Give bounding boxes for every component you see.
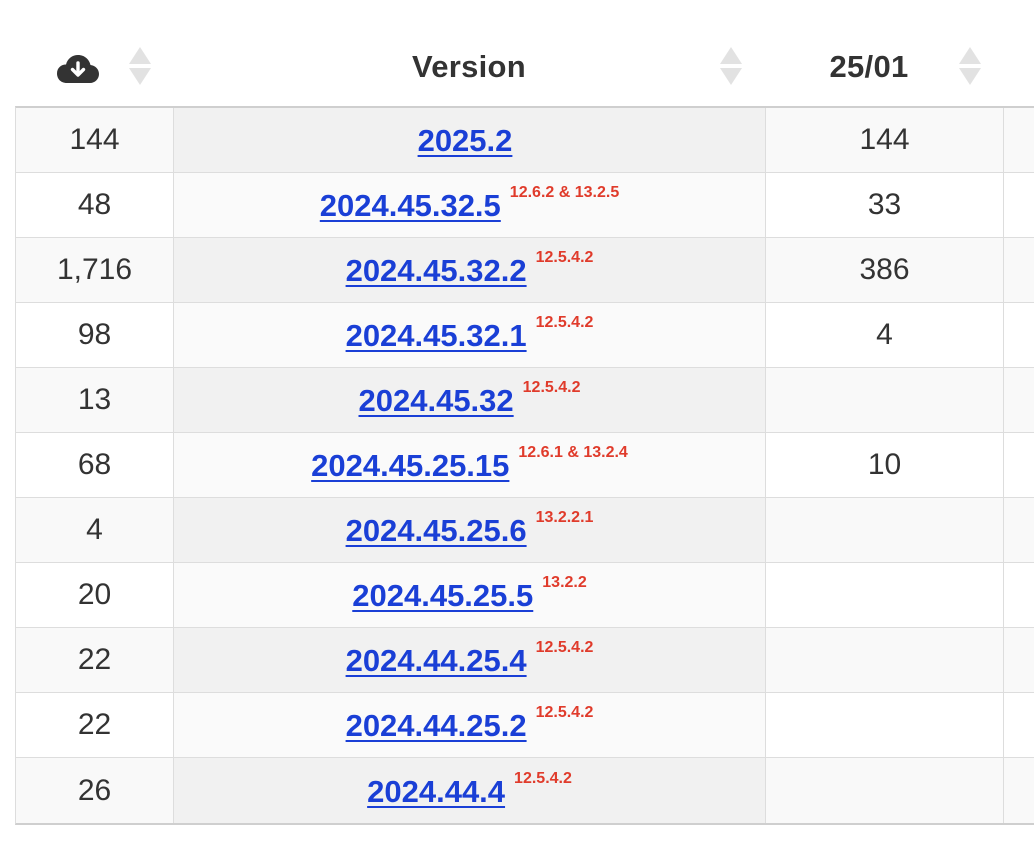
downloads-cell: 22 (16, 693, 174, 757)
version-note: 12.6.1 & 13.2.4 (518, 444, 628, 461)
version-note: 12.5.4.2 (535, 314, 594, 331)
next-column-cell (1004, 108, 1034, 172)
date-count-cell: 4 (766, 303, 1004, 367)
table-row: 98 2024.45.32.1 12.5.4.2 4 (16, 303, 1034, 368)
version-link[interactable]: 2024.45.32.2 (346, 253, 527, 289)
version-note: 12.5.4.2 (535, 704, 594, 721)
version-cell: 2024.45.32.2 12.5.4.2 (174, 238, 766, 302)
next-column-cell (1004, 498, 1034, 562)
sort-icon[interactable] (719, 46, 743, 86)
cloud-download-icon (57, 54, 99, 84)
version-cell: 2024.45.25.6 13.2.2.1 (174, 498, 766, 562)
downloads-cell: 22 (16, 628, 174, 692)
next-column-cell (1004, 693, 1034, 757)
downloads-cell: 68 (16, 433, 174, 497)
version-note: 12.6.2 & 13.2.5 (509, 184, 620, 201)
next-column-cell (1004, 173, 1034, 237)
date-count-cell: 144 (766, 108, 1004, 172)
sort-icon[interactable] (128, 46, 152, 86)
version-link[interactable]: 2025.2 (418, 123, 513, 159)
date-count-cell (766, 693, 1004, 757)
next-column-cell (1004, 238, 1034, 302)
version-note: 12.5.4.2 (522, 379, 581, 396)
next-column-cell (1004, 433, 1034, 497)
version-link[interactable]: 2024.45.32.1 (346, 318, 527, 354)
version-cell: 2024.45.32 12.5.4.2 (174, 368, 766, 432)
table-body: 144 2025.2 144 48 2024.45.32.5 12.6.2 & 1… (15, 106, 1034, 825)
downloads-cell: 144 (16, 108, 174, 172)
downloads-cell: 4 (16, 498, 174, 562)
downloads-cell: 26 (16, 758, 174, 823)
version-cell: 2024.45.32.5 12.6.2 & 13.2.5 (174, 173, 766, 237)
version-cell: 2024.44.4 12.5.4.2 (174, 758, 766, 823)
date-count-cell (766, 628, 1004, 692)
downloads-cell: 98 (16, 303, 174, 367)
table-row: 4 2024.45.25.6 13.2.2.1 (16, 498, 1034, 563)
version-link[interactable]: 2024.45.25.6 (346, 513, 527, 549)
column-header-downloads[interactable] (15, 28, 173, 106)
table-header: Version 25/01 (15, 28, 1034, 106)
version-note: 12.5.4.2 (514, 769, 572, 787)
version-note: 13.2.2.1 (535, 509, 594, 526)
version-cell: 2024.45.25.5 13.2.2 (174, 563, 766, 627)
versions-table: Version 25/01 144 2025.2 144 48 2024.45.… (0, 0, 1034, 860)
version-cell: 2024.45.25.15 12.6.1 & 13.2.4 (174, 433, 766, 497)
version-link[interactable]: 2024.44.25.2 (346, 708, 527, 744)
table-row: 68 2024.45.25.15 12.6.1 & 13.2.4 10 (16, 433, 1034, 498)
table-row: 48 2024.45.32.5 12.6.2 & 13.2.5 33 (16, 173, 1034, 238)
date-count-cell: 33 (766, 173, 1004, 237)
version-note: 13.2.2 (542, 574, 587, 591)
next-column-cell (1004, 368, 1034, 432)
downloads-cell: 48 (16, 173, 174, 237)
table-row: 26 2024.44.4 12.5.4.2 (16, 758, 1034, 823)
date-count-cell: 386 (766, 238, 1004, 302)
table-row: 144 2025.2 144 (16, 108, 1034, 173)
version-link[interactable]: 2024.45.25.15 (311, 448, 509, 484)
column-header-date[interactable]: 25/01 (765, 28, 1003, 106)
downloads-cell: 1,716 (16, 238, 174, 302)
version-cell: 2025.2 (174, 108, 766, 172)
column-header-version[interactable]: Version (173, 28, 765, 106)
date-count-cell (766, 368, 1004, 432)
sort-icon[interactable] (958, 46, 982, 86)
table-row: 22 2024.44.25.2 12.5.4.2 (16, 693, 1034, 758)
version-link[interactable]: 2024.44.4 (367, 774, 505, 810)
date-count-cell: 10 (766, 433, 1004, 497)
version-cell: 2024.44.25.4 12.5.4.2 (174, 628, 766, 692)
version-link[interactable]: 2024.44.25.4 (346, 643, 527, 679)
version-link[interactable]: 2024.45.32 (359, 383, 514, 419)
next-column-cell (1004, 758, 1034, 823)
version-header-label: Version (411, 49, 527, 84)
version-cell: 2024.45.32.1 12.5.4.2 (174, 303, 766, 367)
next-column-cell (1004, 628, 1034, 692)
date-count-cell (766, 758, 1004, 823)
date-header-label: 25/01 (829, 49, 909, 84)
version-note: 12.5.4.2 (535, 249, 594, 266)
table-row: 13 2024.45.32 12.5.4.2 (16, 368, 1034, 433)
table-row: 1,716 2024.45.32.2 12.5.4.2 386 (16, 238, 1034, 303)
date-count-cell (766, 498, 1004, 562)
date-count-cell (766, 563, 1004, 627)
table-row: 20 2024.45.25.5 13.2.2 (16, 563, 1034, 628)
version-note: 12.5.4.2 (535, 639, 594, 656)
downloads-cell: 13 (16, 368, 174, 432)
version-cell: 2024.44.25.2 12.5.4.2 (174, 693, 766, 757)
downloads-cell: 20 (16, 563, 174, 627)
version-link[interactable]: 2024.45.25.5 (352, 578, 533, 614)
next-column-cell (1004, 303, 1034, 367)
version-link[interactable]: 2024.45.32.5 (320, 188, 501, 224)
table-row: 22 2024.44.25.4 12.5.4.2 (16, 628, 1034, 693)
next-column-cell (1004, 563, 1034, 627)
